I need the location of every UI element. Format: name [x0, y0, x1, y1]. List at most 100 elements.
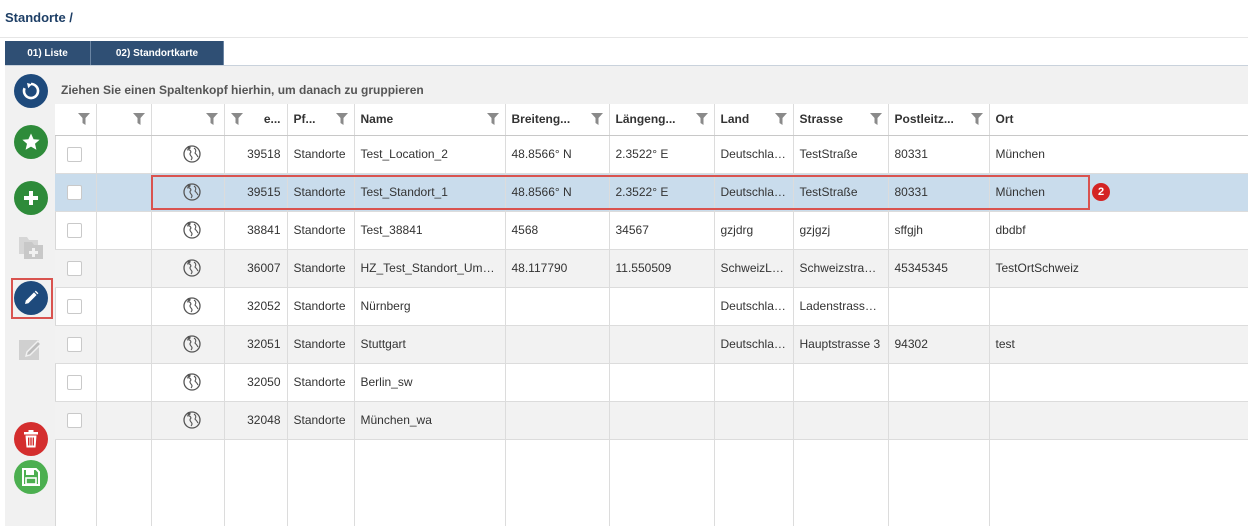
- land-cell: Deutschland: [714, 287, 794, 326]
- row-checkbox-cell[interactable]: [55, 325, 97, 364]
- plz-cell: 80331: [888, 173, 990, 212]
- refresh-button[interactable]: [14, 74, 48, 108]
- ort-cell: [989, 363, 1248, 402]
- filter-icon[interactable]: [695, 113, 708, 125]
- globe-location-icon: [182, 221, 201, 239]
- empty-cell: [96, 211, 152, 250]
- globe-location-icon: [182, 183, 201, 201]
- locations-table: e... Pf... Name Breiteng... Längeng... L…: [55, 104, 1248, 440]
- column-header-strasse[interactable]: Strasse: [793, 104, 889, 136]
- table-row[interactable]: 39518 Standorte Test_Location_2 48.8566° N2…: [55, 135, 1248, 174]
- globe-location-icon: [182, 335, 201, 353]
- icon-cell: [151, 249, 225, 288]
- row-checkbox-cell[interactable]: [55, 287, 97, 326]
- longitude-cell: [609, 363, 715, 402]
- column-header-icon[interactable]: [151, 104, 225, 136]
- table-row[interactable]: 32048 Standorte München_wa: [55, 401, 1248, 440]
- globe-location-icon: [182, 411, 201, 429]
- empty-cell: [96, 249, 152, 288]
- column-header-id[interactable]: e...: [224, 104, 288, 136]
- empty-cell: [96, 173, 152, 212]
- favorite-button[interactable]: [14, 125, 48, 159]
- save-button[interactable]: [14, 460, 48, 494]
- column-header-name[interactable]: Name: [354, 104, 506, 136]
- icon-cell: [151, 363, 225, 402]
- row-checkbox-cell[interactable]: [55, 173, 97, 212]
- tab-bar: 01) Liste 02) Standortkarte: [5, 41, 224, 65]
- table-row[interactable]: 32051 Standorte Stuttgart Deutschland Haupts…: [55, 325, 1248, 364]
- filter-icon[interactable]: [774, 113, 787, 125]
- table-row[interactable]: 39515 Standorte Test_Standort_1 48.8566° N2…: [55, 173, 1248, 212]
- id-cell: 36007: [224, 249, 288, 288]
- tab-liste[interactable]: 01) Liste: [5, 41, 91, 65]
- column-header-plz[interactable]: Postleitz...: [888, 104, 990, 136]
- row-checkbox-cell[interactable]: [55, 211, 97, 250]
- grid-line: [505, 402, 506, 526]
- longitude-cell: 34567: [609, 211, 715, 250]
- table-row[interactable]: 32052 Standorte Nürnberg Deutschland Ladenst…: [55, 287, 1248, 326]
- table-row[interactable]: 38841 Standorte Test_38841 4568 34567 gzjdrg g…: [55, 211, 1248, 250]
- strasse-cell: Ladenstrasse 12: [793, 287, 889, 326]
- table-row[interactable]: 32050 Standorte Berlin_sw: [55, 363, 1248, 402]
- latitude-cell: 4568: [505, 211, 610, 250]
- copy-disabled-icon: [19, 237, 43, 259]
- row-checkbox-cell[interactable]: [55, 401, 97, 440]
- tab-standortkarte[interactable]: 02) Standortkarte: [91, 41, 224, 65]
- filter-icon[interactable]: [869, 113, 882, 125]
- row-checkbox[interactable]: [67, 260, 82, 276]
- row-checkbox-cell[interactable]: [55, 249, 97, 288]
- name-cell: HZ_Test_Standort_Umb_01: [354, 249, 506, 288]
- row-checkbox[interactable]: [67, 184, 82, 200]
- group-by-bar[interactable]: Ziehen Sie einen Spaltenkopf hierhin, um…: [55, 76, 1248, 104]
- table-header: e... Pf... Name Breiteng... Längeng... L…: [55, 104, 1248, 136]
- filter-icon[interactable]: [970, 113, 983, 125]
- ort-cell: dbdbf: [989, 211, 1248, 250]
- row-checkbox[interactable]: [67, 412, 82, 428]
- filter-icon[interactable]: [486, 113, 499, 125]
- row-checkbox[interactable]: [67, 298, 82, 314]
- strasse-cell: TestStraße: [793, 173, 889, 212]
- row-checkbox-cell[interactable]: [55, 135, 97, 174]
- plz-cell: 45345345: [888, 249, 990, 288]
- name-cell: Test_38841: [354, 211, 506, 250]
- strasse-cell: Schweizstraße 5: [793, 249, 889, 288]
- grid-line: [354, 402, 355, 526]
- row-checkbox[interactable]: [67, 146, 82, 162]
- filter-icon[interactable]: [590, 113, 603, 125]
- table-row[interactable]: 36007 Standorte HZ_Test_Standort_Umb_01 48.…: [55, 249, 1248, 288]
- star-icon: [22, 133, 40, 150]
- land-cell: Deutschland: [714, 325, 794, 364]
- column-header-select[interactable]: [55, 104, 97, 136]
- pf-cell: Standorte: [287, 135, 355, 174]
- add-button[interactable]: [14, 181, 48, 215]
- grid-line: [714, 402, 715, 526]
- copy-button[interactable]: [14, 230, 48, 264]
- column-header-longitude[interactable]: Längeng...: [609, 104, 715, 136]
- latitude-cell: [505, 401, 610, 440]
- filter-icon[interactable]: [205, 113, 218, 125]
- delete-button[interactable]: [14, 422, 48, 456]
- name-cell: Nürnberg: [354, 287, 506, 326]
- grid-line: [287, 402, 288, 526]
- icon-cell: [151, 325, 225, 364]
- row-checkbox-cell[interactable]: [55, 363, 97, 402]
- edit-disabled-button[interactable]: [14, 332, 48, 366]
- filter-icon[interactable]: [132, 113, 145, 125]
- filter-icon[interactable]: [230, 113, 243, 125]
- empty-cell: [96, 363, 152, 402]
- column-header-ort[interactable]: Ort: [989, 104, 1248, 136]
- row-checkbox[interactable]: [67, 374, 82, 390]
- row-checkbox[interactable]: [67, 222, 82, 238]
- column-header-land[interactable]: Land: [714, 104, 794, 136]
- id-cell: 32050: [224, 363, 288, 402]
- land-cell: [714, 401, 794, 440]
- column-header-2[interactable]: [96, 104, 152, 136]
- filter-icon[interactable]: [335, 113, 348, 125]
- row-checkbox[interactable]: [67, 336, 82, 352]
- filter-icon[interactable]: [77, 113, 90, 125]
- empty-cell: [96, 287, 152, 326]
- plz-cell: 94302: [888, 325, 990, 364]
- column-header-pf[interactable]: Pf...: [287, 104, 355, 136]
- breadcrumb[interactable]: Standorte /: [5, 10, 73, 25]
- column-header-latitude[interactable]: Breiteng...: [505, 104, 610, 136]
